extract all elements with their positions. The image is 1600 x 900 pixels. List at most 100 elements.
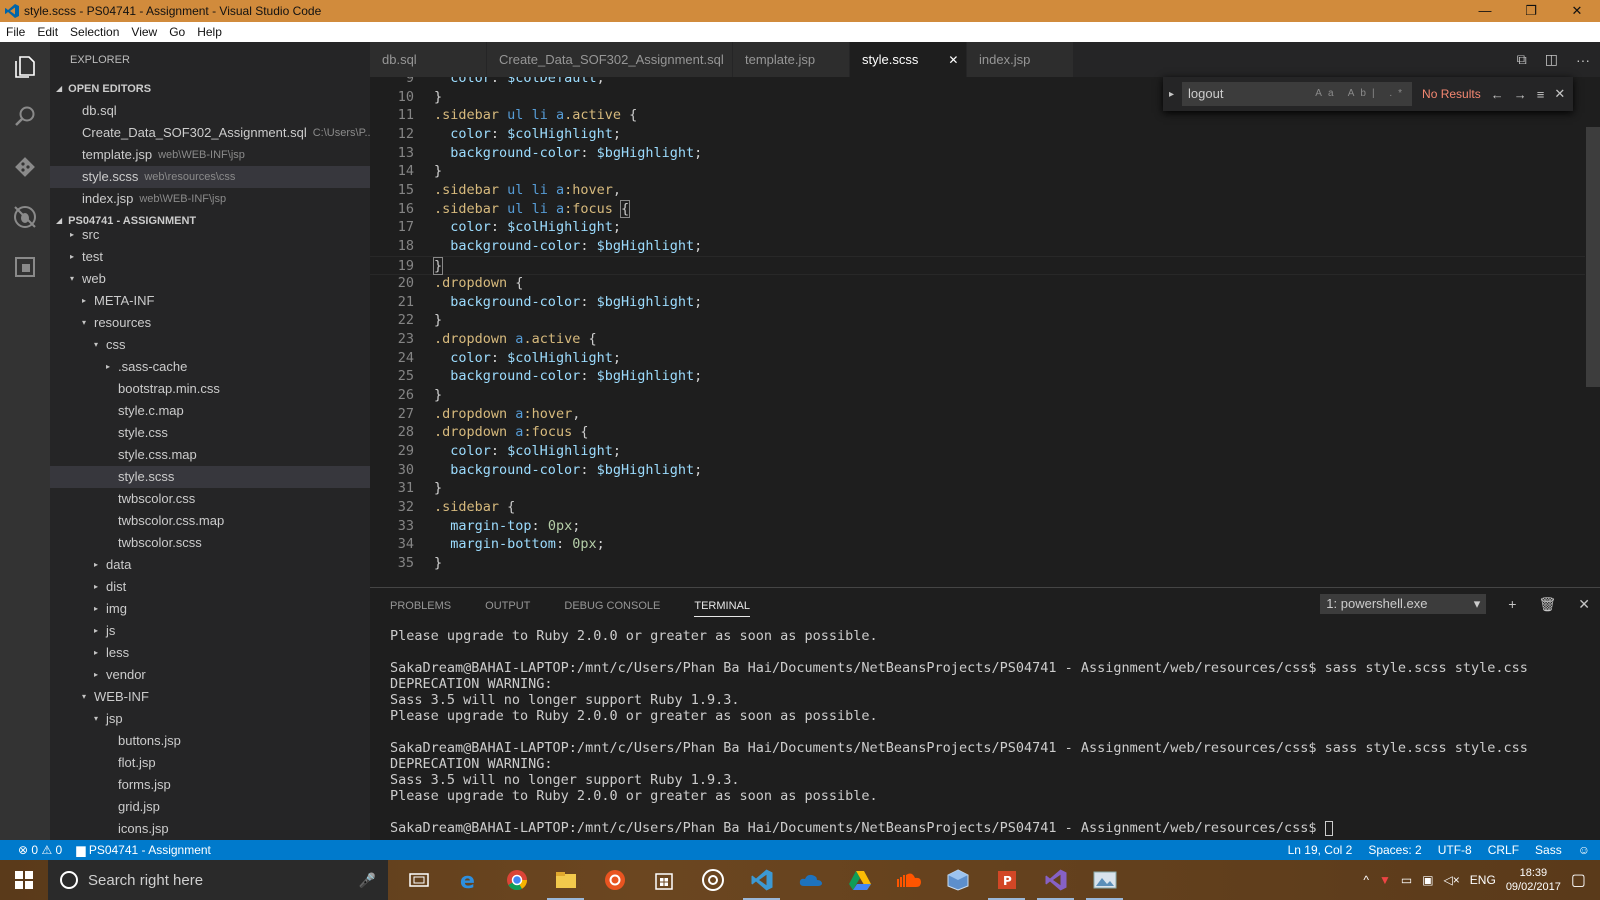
search-icon[interactable] bbox=[0, 92, 50, 142]
tree-file[interactable]: twbscolor.css.map bbox=[50, 510, 370, 532]
terminal-output[interactable]: Please upgrade to Ruby 2.0.0 or greater … bbox=[390, 628, 1590, 836]
tree-file[interactable]: flot.jsp bbox=[50, 752, 370, 774]
open-editor-item[interactable]: template.jsp web\WEB-INF\jsp bbox=[50, 144, 370, 166]
vscode-icon[interactable] bbox=[737, 860, 786, 900]
tree-file[interactable]: bootstrap.min.css bbox=[50, 378, 370, 400]
indentation[interactable]: Spaces: 2 bbox=[1368, 843, 1421, 857]
drive-icon[interactable] bbox=[835, 860, 884, 900]
volume-icon[interactable]: ◁× bbox=[1444, 873, 1460, 887]
tree-file[interactable]: style.css bbox=[50, 422, 370, 444]
minimize-button[interactable]: — bbox=[1462, 0, 1508, 22]
feedback-smiley-icon[interactable]: ☺ bbox=[1578, 843, 1590, 857]
tree-folder[interactable]: ▾ resources bbox=[50, 312, 370, 334]
tree-file[interactable]: forms.jsp bbox=[50, 774, 370, 796]
extensions-icon[interactable] bbox=[0, 242, 50, 292]
editor-tab[interactable]: Create_Data_SOF302_Assignment.sql bbox=[487, 42, 733, 77]
tree-folder[interactable]: ▸ img bbox=[50, 598, 370, 620]
powerpoint-icon[interactable]: P bbox=[982, 860, 1031, 900]
split-editor-icon[interactable]: ◫ bbox=[1545, 51, 1558, 68]
line-endings[interactable]: CRLF bbox=[1488, 843, 1519, 857]
tree-file[interactable]: buttons.jsp bbox=[50, 730, 370, 752]
debug-icon[interactable] bbox=[0, 192, 50, 242]
input-language[interactable]: ENG bbox=[1470, 873, 1496, 887]
visual-studio-icon[interactable] bbox=[1031, 860, 1080, 900]
editor-tab[interactable]: style.scss ✕ bbox=[850, 42, 967, 77]
open-editor-item[interactable]: db.sql bbox=[50, 100, 370, 122]
tree-folder[interactable]: ▸ test bbox=[50, 246, 370, 268]
tree-folder[interactable]: ▸ .sass-cache bbox=[50, 356, 370, 378]
soundcloud-icon[interactable] bbox=[884, 860, 933, 900]
tree-folder[interactable]: ▸ less bbox=[50, 642, 370, 664]
cursor-position[interactable]: Ln 19, Col 2 bbox=[1288, 843, 1353, 857]
chrome-icon[interactable] bbox=[492, 860, 541, 900]
menu-help[interactable]: Help bbox=[191, 25, 228, 39]
tab-debug-console[interactable]: DEBUG CONSOLE bbox=[564, 600, 660, 612]
tree-folder[interactable]: ▸ META-INF bbox=[50, 290, 370, 312]
open-editor-item[interactable]: index.jsp web\WEB-INF\jsp bbox=[50, 188, 370, 210]
folder-status[interactable]: ▆ PS04741 - Assignment bbox=[76, 843, 211, 857]
menu-selection[interactable]: Selection bbox=[64, 25, 125, 39]
tree-folder[interactable]: ▸ dist bbox=[50, 576, 370, 598]
find-input[interactable]: logout Aa Ab| .* bbox=[1182, 82, 1413, 106]
tree-file[interactable]: twbscolor.scss bbox=[50, 532, 370, 554]
tab-terminal[interactable]: TERMINAL bbox=[694, 600, 750, 617]
tree-folder[interactable]: ▾ web bbox=[50, 268, 370, 290]
find-options[interactable]: Aa Ab| .* bbox=[1315, 82, 1412, 106]
edge-icon[interactable]: e bbox=[443, 860, 492, 900]
start-button[interactable] bbox=[0, 860, 48, 900]
git-icon[interactable] bbox=[0, 142, 50, 192]
microphone-icon[interactable]: 🎤 bbox=[359, 872, 376, 889]
editor-scrollbar[interactable] bbox=[1586, 77, 1600, 587]
virtualbox-icon[interactable] bbox=[933, 860, 982, 900]
more-actions-icon[interactable]: ··· bbox=[1576, 52, 1590, 68]
new-terminal-icon[interactable]: + bbox=[1508, 596, 1516, 612]
next-match-icon[interactable]: → bbox=[1514, 87, 1527, 102]
store-icon[interactable] bbox=[639, 860, 688, 900]
clock[interactable]: 18:39 09/02/2017 bbox=[1506, 866, 1561, 894]
tree-file[interactable]: twbscolor.css bbox=[50, 488, 370, 510]
restore-button[interactable]: ❐ bbox=[1508, 0, 1554, 22]
tree-folder[interactable]: ▸ js bbox=[50, 620, 370, 642]
tree-file[interactable]: grid.jsp bbox=[50, 796, 370, 818]
encoding[interactable]: UTF-8 bbox=[1438, 843, 1472, 857]
code-editor[interactable]: 9 color: $colDefault; 10} 11 .sidebar ul li… bbox=[370, 77, 1600, 587]
cortana-search-box[interactable]: Search right here 🎤 bbox=[48, 860, 388, 900]
terminal-select[interactable]: 1: powershell.exe ▾ bbox=[1320, 594, 1487, 614]
tree-file[interactable]: icons.jsp bbox=[50, 818, 370, 840]
tree-file[interactable]: style.css.map bbox=[50, 444, 370, 466]
problems-status[interactable]: ⊗ 0 ⚠ 0 bbox=[18, 843, 62, 857]
vivaldi-tray-icon[interactable]: ▼ bbox=[1379, 873, 1391, 887]
open-editors-section[interactable]: ◢ OPEN EDITORS bbox=[50, 78, 370, 100]
file-explorer-icon[interactable] bbox=[541, 860, 590, 900]
find-in-selection-icon[interactable]: ≡ bbox=[1537, 87, 1545, 102]
groove-icon[interactable] bbox=[688, 860, 737, 900]
editor-tab[interactable]: index.jsp bbox=[967, 42, 1074, 77]
editor-tab[interactable]: db.sql bbox=[370, 42, 487, 77]
language-mode[interactable]: Sass bbox=[1535, 843, 1562, 857]
tree-folder[interactable]: ▸ data bbox=[50, 554, 370, 576]
network-icon[interactable]: ▣ bbox=[1422, 873, 1433, 887]
editor-tab[interactable]: template.jsp bbox=[733, 42, 850, 77]
show-hidden-icons[interactable]: ^ bbox=[1363, 873, 1369, 887]
onedrive-icon[interactable] bbox=[786, 860, 835, 900]
toggle-replace-icon[interactable]: ▸ bbox=[1169, 89, 1174, 100]
menu-go[interactable]: Go bbox=[163, 25, 191, 39]
tab-output[interactable]: OUTPUT bbox=[485, 600, 530, 612]
menu-file[interactable]: File bbox=[0, 25, 31, 39]
photo-viewer-icon[interactable] bbox=[1080, 860, 1129, 900]
tree-file[interactable]: style.scss bbox=[50, 466, 370, 488]
menu-edit[interactable]: Edit bbox=[31, 25, 64, 39]
menu-view[interactable]: View bbox=[125, 25, 163, 39]
tree-folder[interactable]: ▾ jsp bbox=[50, 708, 370, 730]
open-editor-item[interactable]: style.scss web\resources\css bbox=[50, 166, 370, 188]
battery-icon[interactable]: ▭ bbox=[1401, 873, 1412, 887]
ubuntu-icon[interactable] bbox=[590, 860, 639, 900]
close-tab-icon[interactable]: ✕ bbox=[948, 53, 958, 67]
close-find-icon[interactable]: ✕ bbox=[1554, 86, 1565, 102]
tree-folder[interactable]: ▾ WEB-INF bbox=[50, 686, 370, 708]
explorer-icon[interactable] bbox=[0, 42, 50, 92]
tree-folder[interactable]: ▸ vendor bbox=[50, 664, 370, 686]
tree-folder[interactable]: ▸ src bbox=[50, 224, 370, 246]
open-changes-icon[interactable]: ⧉ bbox=[1517, 51, 1527, 68]
trash-icon[interactable]: 🗑 bbox=[1538, 596, 1556, 613]
